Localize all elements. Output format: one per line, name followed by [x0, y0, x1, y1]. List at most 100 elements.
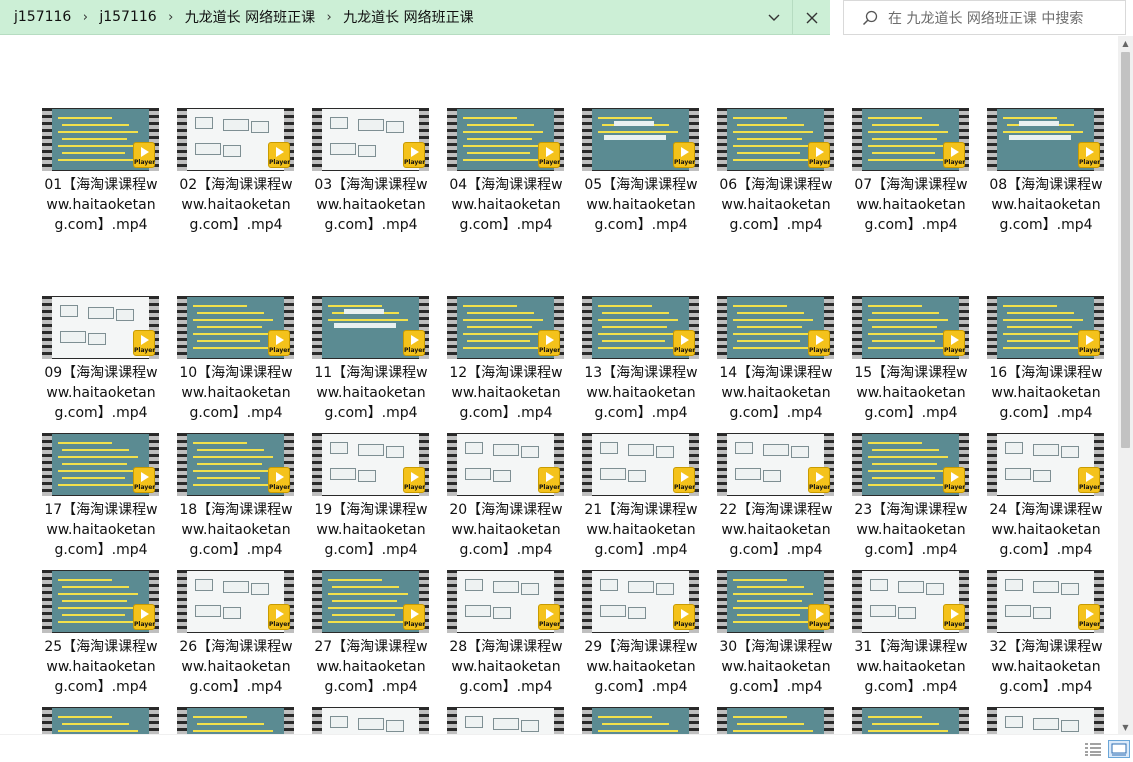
film-thumbnail-icon[interactable]: Player — [42, 707, 159, 734]
chevron-right-icon[interactable]: › — [73, 10, 97, 25]
film-thumbnail-icon[interactable]: Player — [717, 108, 834, 171]
file-name[interactable]: 29【海淘课课程www.haitaoketang.com】.mp4 — [582, 637, 700, 697]
address-bar[interactable]: j157116 › j157116 › 九龙道长 网络班正课 › 九龙道长 网络… — [0, 0, 830, 35]
file-name[interactable]: 28【海淘课课程www.haitaoketang.com】.mp4 — [447, 637, 565, 697]
film-thumbnail-icon[interactable]: Player — [42, 108, 159, 171]
breadcrumb-item[interactable]: 九龙道长 网络班正课 — [183, 7, 317, 27]
file-name[interactable]: 27【海淘课课程www.haitaoketang.com】.mp4 — [312, 637, 430, 697]
film-thumbnail-icon[interactable]: Player — [447, 433, 564, 496]
play-icon: Player — [403, 604, 425, 630]
film-thumbnail-icon[interactable]: Player — [312, 707, 429, 734]
film-thumbnail-icon[interactable]: Player — [447, 296, 564, 359]
file-name[interactable]: 26【海淘课课程www.haitaoketang.com】.mp4 — [177, 637, 295, 697]
file-name[interactable]: 04【海淘课课程www.haitaoketang.com】.mp4 — [447, 175, 565, 235]
film-thumbnail-icon[interactable]: Player — [717, 296, 834, 359]
film-thumbnail-icon[interactable]: Player — [42, 570, 159, 633]
file-name[interactable]: 12【海淘课课程www.haitaoketang.com】.mp4 — [447, 363, 565, 423]
film-thumbnail-icon[interactable]: Player — [987, 433, 1104, 496]
file-name[interactable]: 18【海淘课课程www.haitaoketang.com】.mp4 — [177, 500, 295, 560]
file-name[interactable]: 03【海淘课课程www.haitaoketang.com】.mp4 — [312, 175, 430, 235]
film-thumbnail-icon[interactable]: Player — [582, 570, 699, 633]
vertical-scrollbar[interactable]: ▲ ▼ — [1118, 36, 1133, 734]
breadcrumb-item[interactable]: j157116 — [97, 9, 158, 25]
film-thumbnail-icon[interactable]: Player — [582, 707, 699, 734]
film-thumbnail-icon[interactable]: Player — [177, 108, 294, 171]
chevron-right-icon[interactable]: › — [317, 10, 341, 25]
film-thumbnail-icon[interactable]: Player — [852, 296, 969, 359]
player-badge-label: Player — [404, 159, 426, 166]
file-name[interactable]: 02【海淘课课程www.haitaoketang.com】.mp4 — [177, 175, 295, 235]
file-name[interactable]: 23【海淘课课程www.haitaoketang.com】.mp4 — [852, 500, 970, 560]
film-thumbnail-icon[interactable]: Player — [42, 296, 159, 359]
player-badge-label: Player — [1079, 159, 1101, 166]
film-thumbnail-icon[interactable]: Player — [177, 707, 294, 734]
address-history-button[interactable] — [757, 0, 791, 35]
film-thumbnail-icon[interactable]: Player — [987, 570, 1104, 633]
scroll-up-icon[interactable]: ▲ — [1118, 36, 1133, 50]
clear-address-button[interactable] — [792, 0, 830, 35]
file-name[interactable]: 13【海淘课课程www.haitaoketang.com】.mp4 — [582, 363, 700, 423]
film-thumbnail-icon[interactable]: Player — [447, 108, 564, 171]
details-view-button[interactable] — [1082, 740, 1104, 758]
play-icon: Player — [808, 330, 830, 356]
scroll-down-icon[interactable]: ▼ — [1118, 720, 1133, 734]
file-name[interactable]: 08【海淘课课程www.haitaoketang.com】.mp4 — [987, 175, 1105, 235]
film-thumbnail-icon[interactable]: Player — [717, 707, 834, 734]
file-name[interactable]: 11【海淘课课程www.haitaoketang.com】.mp4 — [312, 363, 430, 423]
file-name[interactable]: 24【海淘课课程www.haitaoketang.com】.mp4 — [987, 500, 1105, 560]
film-thumbnail-icon[interactable]: Player — [42, 433, 159, 496]
film-strip — [42, 707, 52, 734]
player-badge-label: Player — [944, 159, 966, 166]
film-thumbnail-icon[interactable]: Player — [312, 296, 429, 359]
search-box[interactable]: 在 九龙道长 网络班正课 中搜索 — [843, 0, 1126, 35]
large-icons-view-button[interactable] — [1108, 740, 1130, 758]
file-name[interactable]: 15【海淘课课程www.haitaoketang.com】.mp4 — [852, 363, 970, 423]
film-thumbnail-icon[interactable]: Player — [717, 433, 834, 496]
file-name[interactable]: 22【海淘课课程www.haitaoketang.com】.mp4 — [717, 500, 835, 560]
file-name[interactable]: 07【海淘课课程www.haitaoketang.com】.mp4 — [852, 175, 970, 235]
file-name[interactable]: 14【海淘课课程www.haitaoketang.com】.mp4 — [717, 363, 835, 423]
film-thumbnail-icon[interactable]: Player — [852, 570, 969, 633]
film-thumbnail-icon[interactable]: Player — [582, 433, 699, 496]
play-icon: Player — [538, 467, 560, 493]
film-thumbnail-icon[interactable]: Player — [987, 707, 1104, 734]
film-thumbnail-icon[interactable]: Player — [852, 707, 969, 734]
film-thumbnail-icon[interactable]: Player — [852, 433, 969, 496]
file-name[interactable]: 10【海淘课课程www.haitaoketang.com】.mp4 — [177, 363, 295, 423]
film-thumbnail-icon[interactable]: Player — [717, 570, 834, 633]
scrollbar-thumb[interactable] — [1121, 52, 1130, 448]
film-thumbnail-icon[interactable]: Player — [177, 296, 294, 359]
film-thumbnail-icon[interactable]: Player — [582, 108, 699, 171]
file-name[interactable]: 19【海淘课课程www.haitaoketang.com】.mp4 — [312, 500, 430, 560]
file-name[interactable]: 20【海淘课课程www.haitaoketang.com】.mp4 — [447, 500, 565, 560]
film-thumbnail-icon[interactable]: Player — [852, 108, 969, 171]
file-name[interactable]: 16【海淘课课程www.haitaoketang.com】.mp4 — [987, 363, 1105, 423]
player-badge-label: Player — [674, 621, 696, 628]
film-thumbnail-icon[interactable]: Player — [312, 433, 429, 496]
film-thumbnail-icon[interactable]: Player — [177, 433, 294, 496]
file-name[interactable]: 21【海淘课课程www.haitaoketang.com】.mp4 — [582, 500, 700, 560]
film-thumbnail-icon[interactable]: Player — [447, 570, 564, 633]
file-name[interactable]: 30【海淘课课程www.haitaoketang.com】.mp4 — [717, 637, 835, 697]
file-name[interactable]: 32【海淘课课程www.haitaoketang.com】.mp4 — [987, 637, 1105, 697]
file-name[interactable]: 01【海淘课课程www.haitaoketang.com】.mp4 — [42, 175, 160, 235]
file-name[interactable]: 06【海淘课课程www.haitaoketang.com】.mp4 — [717, 175, 835, 235]
film-thumbnail-icon[interactable]: Player — [987, 296, 1104, 359]
breadcrumb-item[interactable]: 九龙道长 网络班正课 — [341, 7, 475, 27]
file-name[interactable]: 09【海淘课课程www.haitaoketang.com】.mp4 — [42, 363, 160, 423]
film-thumbnail-icon[interactable]: Player — [177, 570, 294, 633]
play-triangle — [276, 335, 284, 345]
chevron-right-icon[interactable]: › — [159, 10, 183, 25]
file-name[interactable]: 17【海淘课课程www.haitaoketang.com】.mp4 — [42, 500, 160, 560]
film-thumbnail-icon[interactable]: Player — [447, 707, 564, 734]
film-strip — [717, 707, 727, 734]
file-name[interactable]: 05【海淘课课程www.haitaoketang.com】.mp4 — [582, 175, 700, 235]
film-thumbnail-icon[interactable]: Player — [987, 108, 1104, 171]
breadcrumb-item[interactable]: j157116 — [12, 9, 73, 25]
file-name[interactable]: 25【海淘课课程www.haitaoketang.com】.mp4 — [42, 637, 160, 697]
film-thumbnail-icon[interactable]: Player — [312, 108, 429, 171]
film-thumbnail-icon[interactable]: Player — [312, 570, 429, 633]
film-thumbnail-icon[interactable]: Player — [582, 296, 699, 359]
file-name[interactable]: 31【海淘课课程www.haitaoketang.com】.mp4 — [852, 637, 970, 697]
play-triangle — [546, 335, 554, 345]
